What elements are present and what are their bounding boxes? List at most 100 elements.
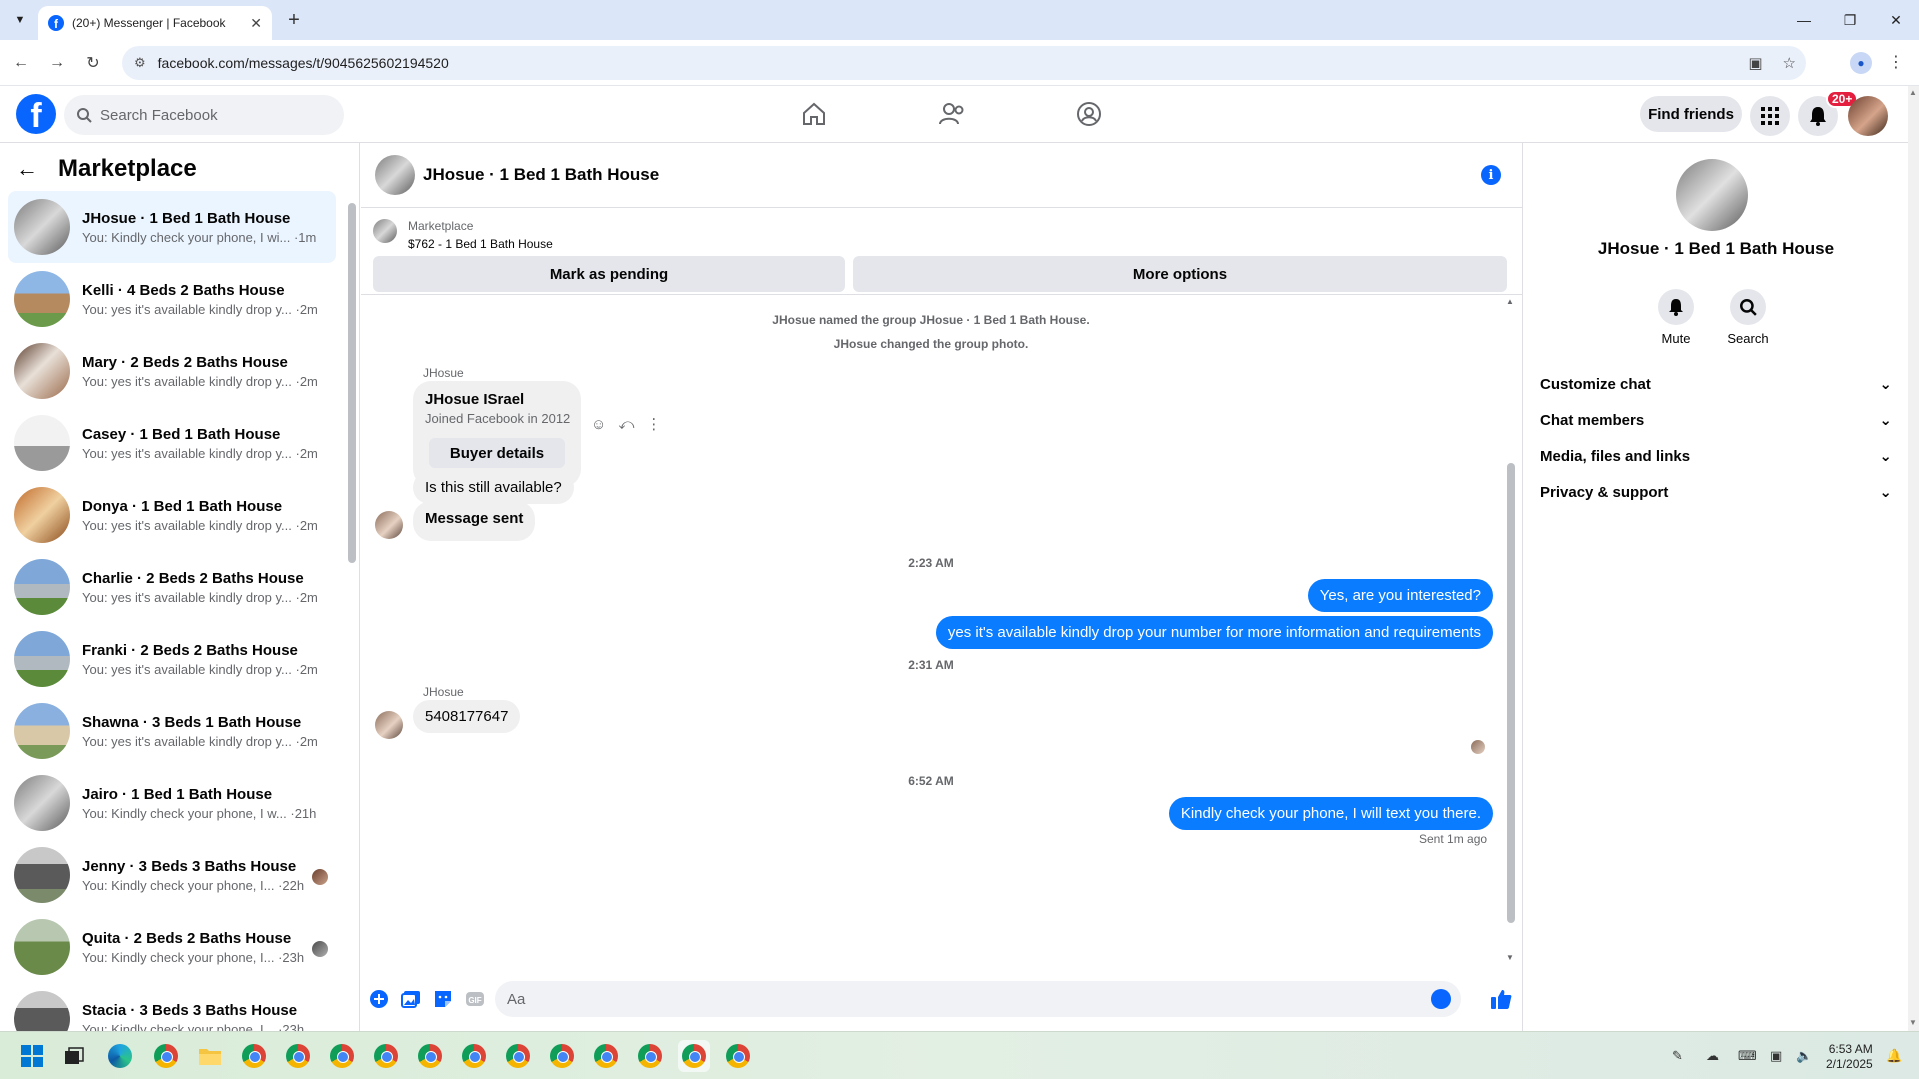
notification-center-icon[interactable]: 🔔 xyxy=(1886,1032,1902,1079)
scroll-down-icon[interactable]: ▼ xyxy=(1506,953,1514,962)
customize-chat-section[interactable]: Customize chat ⌄ xyxy=(1540,366,1892,402)
chrome-icon[interactable] xyxy=(326,1040,358,1072)
chrome-icon[interactable] xyxy=(590,1040,622,1072)
chrome-icon[interactable] xyxy=(546,1040,578,1072)
reply-icon[interactable]: ⤺ xyxy=(618,416,634,433)
conversation-item[interactable]: Quita · 2 Beds 2 Baths House You: Kindly … xyxy=(8,911,336,983)
conversation-item[interactable]: Mary · 2 Beds 2 Baths House You: yes it's… xyxy=(8,335,336,407)
chrome-icon[interactable] xyxy=(722,1040,754,1072)
sender-avatar[interactable] xyxy=(375,511,403,539)
incoming-message[interactable]: Message sent xyxy=(413,501,536,541)
info-icon[interactable]: i xyxy=(1481,165,1501,185)
conversation-item[interactable]: Casey · 1 Bed 1 Bath House You: yes it's … xyxy=(8,407,336,479)
friends-icon[interactable] xyxy=(936,98,968,130)
forward-icon[interactable]: → xyxy=(44,50,70,76)
scrollbar-thumb[interactable] xyxy=(348,203,356,563)
display-icon[interactable]: ▣ xyxy=(1770,1032,1782,1079)
chat-title[interactable]: JHosue · 1 Bed 1 Bath House xyxy=(423,165,659,185)
account-avatar[interactable] xyxy=(1848,96,1888,136)
chrome-active-icon[interactable] xyxy=(678,1040,710,1072)
message-input[interactable]: Aa xyxy=(495,981,1461,1017)
react-emoji-icon[interactable]: ☺ xyxy=(591,416,606,433)
chat-avatar[interactable] xyxy=(375,155,415,195)
bookmark-star-icon[interactable]: ☆ xyxy=(1783,54,1796,72)
conversation-item[interactable]: Donya · 1 Bed 1 Bath House You: yes it's … xyxy=(8,479,336,551)
minimize-icon[interactable]: — xyxy=(1781,0,1827,40)
chat-scrollbar-thumb[interactable] xyxy=(1507,463,1515,923)
incoming-message[interactable]: Is this still available? xyxy=(413,471,574,504)
details-avatar[interactable] xyxy=(1676,159,1748,231)
address-bar[interactable]: ⚙ facebook.com/messages/t/90456256021945… xyxy=(122,46,1806,80)
thumbs-up-icon[interactable] xyxy=(1489,987,1513,1011)
page-scroll-down-icon[interactable]: ▼ xyxy=(1909,1018,1917,1027)
reload-icon[interactable]: ↻ xyxy=(80,50,106,76)
close-tab-icon[interactable]: ✕ xyxy=(250,15,262,32)
privacy-support-section[interactable]: Privacy & support ⌄ xyxy=(1540,474,1892,510)
chat-scrollbar[interactable]: ▲ ▼ xyxy=(1505,295,1517,965)
edge-browser-icon[interactable] xyxy=(104,1040,136,1072)
sticker-icon[interactable] xyxy=(433,989,453,1009)
facebook-logo-icon[interactable]: f xyxy=(16,94,56,134)
mark-as-pending-button[interactable]: Mark as pending xyxy=(373,256,845,292)
more-options-button[interactable]: More options xyxy=(853,256,1507,292)
chrome-icon[interactable] xyxy=(282,1040,314,1072)
site-info-icon[interactable]: ⚙ xyxy=(134,55,146,71)
chrome-icon[interactable] xyxy=(502,1040,534,1072)
chrome-icon[interactable] xyxy=(414,1040,446,1072)
keyboard-icon[interactable]: ⌨ xyxy=(1738,1032,1757,1079)
file-explorer-icon[interactable] xyxy=(194,1040,226,1072)
plus-circle-icon[interactable] xyxy=(369,989,389,1009)
close-window-icon[interactable]: ✕ xyxy=(1873,0,1919,40)
more-actions-icon[interactable]: ⋮ xyxy=(646,415,661,433)
find-friends-button[interactable]: Find friends xyxy=(1640,96,1742,132)
browser-profile-icon[interactable]: ● xyxy=(1850,52,1872,74)
sender-avatar[interactable] xyxy=(375,711,403,739)
conversation-item[interactable]: Franki · 2 Beds 2 Baths House You: yes it… xyxy=(8,623,336,695)
incoming-message[interactable]: 5408177647 xyxy=(413,700,521,733)
emoji-icon[interactable] xyxy=(1431,989,1451,1009)
chrome-icon[interactable] xyxy=(150,1040,182,1072)
back-icon[interactable]: ← xyxy=(8,50,34,76)
new-tab-icon[interactable]: + xyxy=(282,8,306,32)
outgoing-message[interactable]: Yes, are you interested? xyxy=(1307,579,1493,612)
facebook-search-input[interactable]: Search Facebook xyxy=(64,95,344,135)
conversation-item[interactable]: Kelli · 4 Beds 2 Baths House You: yes it'… xyxy=(8,263,336,335)
conversation-item[interactable]: Stacia · 3 Beds 3 Baths House You: Kindly… xyxy=(8,983,336,1031)
volume-icon[interactable]: 🔈 xyxy=(1796,1032,1812,1079)
install-app-icon[interactable]: ▣ xyxy=(1748,54,1762,72)
url-text[interactable]: facebook.com/messages/t/9045625602194520 xyxy=(158,55,449,71)
menu-grid-icon[interactable] xyxy=(1750,96,1790,136)
listing-price[interactable]: $762 - 1 Bed 1 Bath House xyxy=(408,237,553,251)
chat-members-section[interactable]: Chat members ⌄ xyxy=(1540,402,1892,438)
browser-tab[interactable]: f (20+) Messenger | Facebook ✕ xyxy=(38,6,272,40)
conversation-item[interactable]: JHosue · 1 Bed 1 Bath House You: Kindly c… xyxy=(8,191,336,263)
back-arrow-icon[interactable]: ← xyxy=(16,156,38,182)
page-scroll-up-icon[interactable]: ▲ xyxy=(1909,88,1917,97)
scroll-up-icon[interactable]: ▲ xyxy=(1506,297,1514,306)
chrome-icon[interactable] xyxy=(458,1040,490,1072)
mute-button[interactable]: Mute xyxy=(1646,289,1706,346)
conversation-scrollbar[interactable] xyxy=(346,191,356,1023)
browser-menu-icon[interactable]: ⋮ xyxy=(1888,52,1904,72)
conversation-item[interactable]: Shawna · 3 Beds 1 Bath House You: yes it'… xyxy=(8,695,336,767)
gif-icon[interactable]: GIF xyxy=(465,989,485,1009)
conversation-item[interactable]: Jairo · 1 Bed 1 Bath House You: Kindly ch… xyxy=(8,767,336,839)
chrome-icon[interactable] xyxy=(634,1040,666,1072)
buyer-details-button[interactable]: Buyer details xyxy=(429,438,565,468)
windows-start-icon[interactable] xyxy=(16,1040,48,1072)
chrome-icon[interactable] xyxy=(238,1040,270,1072)
conversation-item[interactable]: Charlie · 2 Beds 2 Baths House You: yes i… xyxy=(8,551,336,623)
home-icon[interactable] xyxy=(798,98,830,130)
listing-thumbnail[interactable] xyxy=(373,219,397,243)
restore-icon[interactable]: ❐ xyxy=(1827,0,1873,40)
outgoing-message[interactable]: yes it's available kindly drop your numb… xyxy=(935,616,1493,649)
groups-icon[interactable] xyxy=(1073,98,1105,130)
attach-photo-icon[interactable] xyxy=(401,989,421,1009)
media-files-links-section[interactable]: Media, files and links ⌄ xyxy=(1540,438,1892,474)
tab-search-dropdown-icon[interactable]: ▼ xyxy=(8,8,32,32)
conversation-item[interactable]: Jenny · 3 Beds 3 Baths House You: Kindly … xyxy=(8,839,336,911)
outgoing-message[interactable]: Kindly check your phone, I will text you… xyxy=(1168,797,1493,830)
system-clock[interactable]: 6:53 AM 2/1/2025 xyxy=(1826,1042,1873,1072)
pen-icon[interactable]: ✎ xyxy=(1672,1032,1683,1079)
chrome-icon[interactable] xyxy=(370,1040,402,1072)
